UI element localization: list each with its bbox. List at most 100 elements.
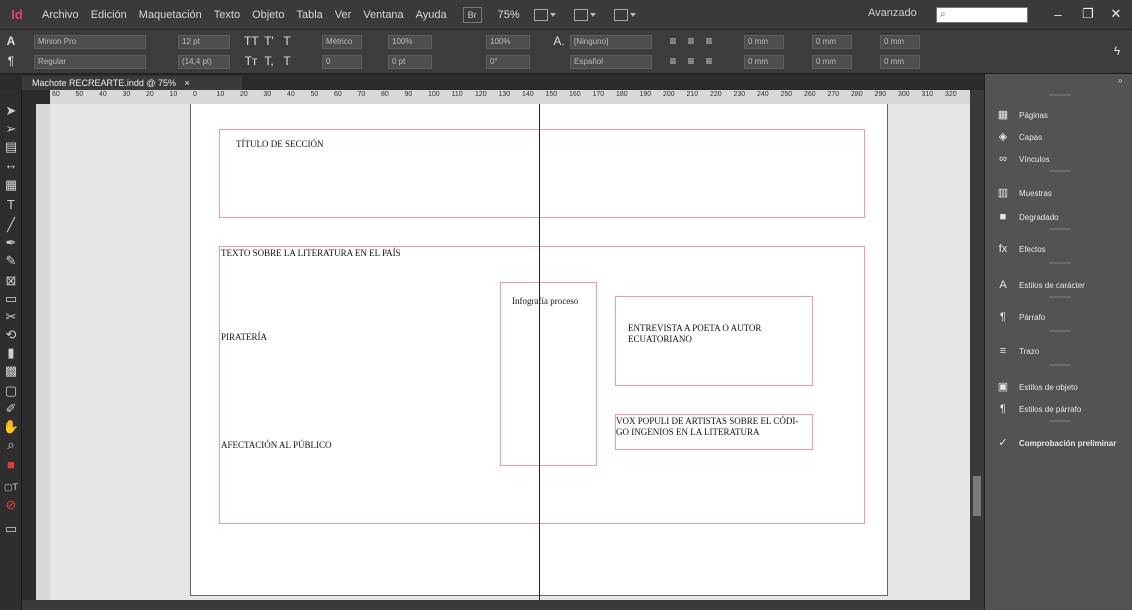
- character-style-dropdown[interactable]: [Ninguno]: [570, 35, 652, 49]
- skew-field[interactable]: 0°: [486, 55, 530, 69]
- infographic-text[interactable]: Infografía proceso: [512, 296, 578, 307]
- document-tab[interactable]: Machote RECREARTE.indd @ 75% ×: [22, 76, 242, 90]
- panel-item-effects[interactable]: fx Efectos: [985, 236, 1132, 262]
- scissors-tool-icon[interactable]: ✂: [2, 308, 20, 326]
- arrange-documents-dropdown[interactable]: [613, 7, 640, 23]
- search-input[interactable]: ⌕: [936, 7, 1028, 23]
- menu-ventana[interactable]: Ventana: [357, 9, 409, 21]
- bridge-button[interactable]: Br: [462, 6, 482, 23]
- horizontal-ruler[interactable]: 60 50 40 30 20 10 0 10 20 30 40 50 60 70 80 90 100 110 120…: [50, 90, 970, 104]
- zoom-dropdown[interactable]: 75%: [498, 9, 520, 21]
- view-options-dropdown[interactable]: [533, 7, 560, 23]
- panel-group-grip[interactable]: [1049, 262, 1071, 264]
- tracking-field[interactable]: 0: [322, 55, 362, 69]
- leading-field[interactable]: (14,4 pt): [178, 55, 230, 69]
- restore-icon[interactable]: ❐: [1074, 4, 1102, 24]
- workspace-switcher[interactable]: Avanzado: [868, 7, 917, 19]
- gap-tool-icon[interactable]: ↔: [2, 156, 20, 174]
- align-right-icon[interactable]: ≡: [702, 34, 716, 48]
- panel-group-grip[interactable]: [1049, 364, 1071, 366]
- menu-objeto[interactable]: Objeto: [246, 9, 290, 21]
- panel-item-preflight[interactable]: ✓ Comprobación preliminar: [985, 430, 1132, 456]
- literature-text-heading[interactable]: TEXTO SOBRE LA LITERATURA EN EL PAÍS: [221, 248, 401, 259]
- close-icon[interactable]: ✕: [1102, 4, 1130, 24]
- apply-none-icon[interactable]: ⊘: [2, 496, 20, 514]
- panel-item-gradient[interactable]: ■ Degradado: [985, 204, 1132, 230]
- type-tool-icon[interactable]: T: [2, 196, 20, 214]
- eyedropper-tool-icon[interactable]: ✐: [2, 400, 20, 418]
- left-indent-field[interactable]: 0 mm: [744, 35, 784, 49]
- quick-apply-icon[interactable]: ϟ: [1110, 44, 1124, 58]
- page-tool-icon[interactable]: ▤: [2, 138, 20, 156]
- paragraph-mode-icon[interactable]: ¶: [4, 54, 18, 68]
- menu-edicion[interactable]: Edición: [85, 9, 133, 21]
- baseline-shift-field[interactable]: 0 pt: [388, 55, 432, 69]
- public-impact-heading[interactable]: AFECTACIÓN AL PÚBLICO: [221, 440, 331, 451]
- kerning-field[interactable]: Métrico: [322, 35, 362, 49]
- note-tool-icon[interactable]: ▢: [2, 382, 20, 400]
- last-line-indent-field[interactable]: 0 mm: [880, 55, 920, 69]
- collapse-panels-icon[interactable]: »: [1118, 76, 1122, 85]
- menu-archivo[interactable]: Archivo: [36, 9, 85, 21]
- close-tab-icon[interactable]: ×: [185, 78, 190, 88]
- rectangle-tool-icon[interactable]: ▭: [2, 290, 20, 308]
- gradient-feather-tool-icon[interactable]: ▩: [2, 362, 20, 380]
- vertical-ruler[interactable]: [36, 104, 50, 600]
- vertical-scale-field[interactable]: 100%: [388, 35, 432, 49]
- panel-item-paragraph[interactable]: ¶ Párrafo: [985, 304, 1132, 330]
- right-indent-field[interactable]: 0 mm: [880, 35, 920, 49]
- justify-left-icon[interactable]: ≡: [666, 54, 680, 68]
- justify-right-icon[interactable]: ≡: [702, 54, 716, 68]
- screen-mode-icon[interactable]: ▭: [2, 520, 20, 538]
- font-family-field[interactable]: Minion Pro: [34, 35, 146, 49]
- underline-icon[interactable]: T: [280, 34, 294, 48]
- menu-maquetacion[interactable]: Maquetación: [133, 9, 208, 21]
- section-title-text[interactable]: TÍTULO DE SECCIÓN: [236, 139, 324, 150]
- fill-stroke-icon[interactable]: ■: [2, 456, 20, 474]
- line-tool-icon[interactable]: ╱: [2, 216, 20, 234]
- align-left-icon[interactable]: ≡: [666, 34, 680, 48]
- direct-selection-tool-icon[interactable]: ➢: [2, 120, 20, 138]
- strikethrough-icon[interactable]: T: [280, 54, 294, 68]
- panel-item-swatches[interactable]: ▥ Muestras: [985, 180, 1132, 206]
- infographic-frame[interactable]: [500, 282, 597, 466]
- gradient-swatch-tool-icon[interactable]: ▮: [2, 344, 20, 362]
- panel-item-character-styles[interactable]: A Estilos de carácter: [985, 272, 1132, 298]
- formatting-toggle-icon[interactable]: ▢T: [2, 478, 20, 496]
- character-mode-icon[interactable]: A: [4, 34, 18, 48]
- vertical-scrollbar[interactable]: [970, 90, 984, 600]
- menu-ayuda[interactable]: Ayuda: [410, 9, 453, 21]
- panel-item-links[interactable]: ∞ Vínculos: [985, 146, 1132, 172]
- piracy-heading[interactable]: PIRATERÍA: [221, 332, 267, 343]
- menu-ver[interactable]: Ver: [329, 9, 358, 21]
- pencil-tool-icon[interactable]: ✎: [2, 252, 20, 270]
- horizontal-scale-field[interactable]: 100%: [486, 35, 530, 49]
- content-collector-icon[interactable]: ▦: [2, 176, 20, 194]
- panel-group-grip[interactable]: [1049, 94, 1071, 96]
- panel-item-paragraph-styles[interactable]: ¶ Estilos de párrafo: [985, 396, 1132, 422]
- superscript-icon[interactable]: T': [262, 34, 276, 48]
- language-dropdown[interactable]: Español: [570, 55, 652, 69]
- small-caps-icon[interactable]: Tт: [244, 54, 258, 68]
- rectangle-frame-tool-icon[interactable]: ⊠: [2, 272, 20, 290]
- interview-text[interactable]: ENTREVISTA A POETA O AUTOR ECUATORIANO: [628, 323, 761, 345]
- subscript-icon[interactable]: T,: [262, 54, 276, 68]
- align-center-icon[interactable]: ≡: [684, 34, 698, 48]
- font-size-field[interactable]: 12 pt: [178, 35, 230, 49]
- first-line-indent-field[interactable]: 0 mm: [744, 55, 784, 69]
- panel-item-stroke[interactable]: ≡ Trazo: [985, 338, 1132, 364]
- free-transform-tool-icon[interactable]: ⟲: [2, 326, 20, 344]
- space-after-field[interactable]: 0 mm: [812, 55, 852, 69]
- minimize-icon[interactable]: –: [1044, 4, 1072, 24]
- menu-tabla[interactable]: Tabla: [290, 9, 328, 21]
- panel-group-grip[interactable]: [1049, 330, 1071, 332]
- menu-texto[interactable]: Texto: [208, 9, 246, 21]
- all-caps-icon[interactable]: TT: [244, 34, 259, 48]
- space-before-field[interactable]: 0 mm: [812, 35, 852, 49]
- screen-mode-dropdown[interactable]: [573, 7, 600, 23]
- scrollbar-thumb[interactable]: [973, 476, 981, 516]
- font-style-field[interactable]: Regular: [34, 55, 146, 69]
- pen-tool-icon[interactable]: ✒: [2, 234, 20, 252]
- selection-tool-icon[interactable]: ➤: [2, 102, 20, 120]
- hand-tool-icon[interactable]: ✋: [2, 418, 20, 436]
